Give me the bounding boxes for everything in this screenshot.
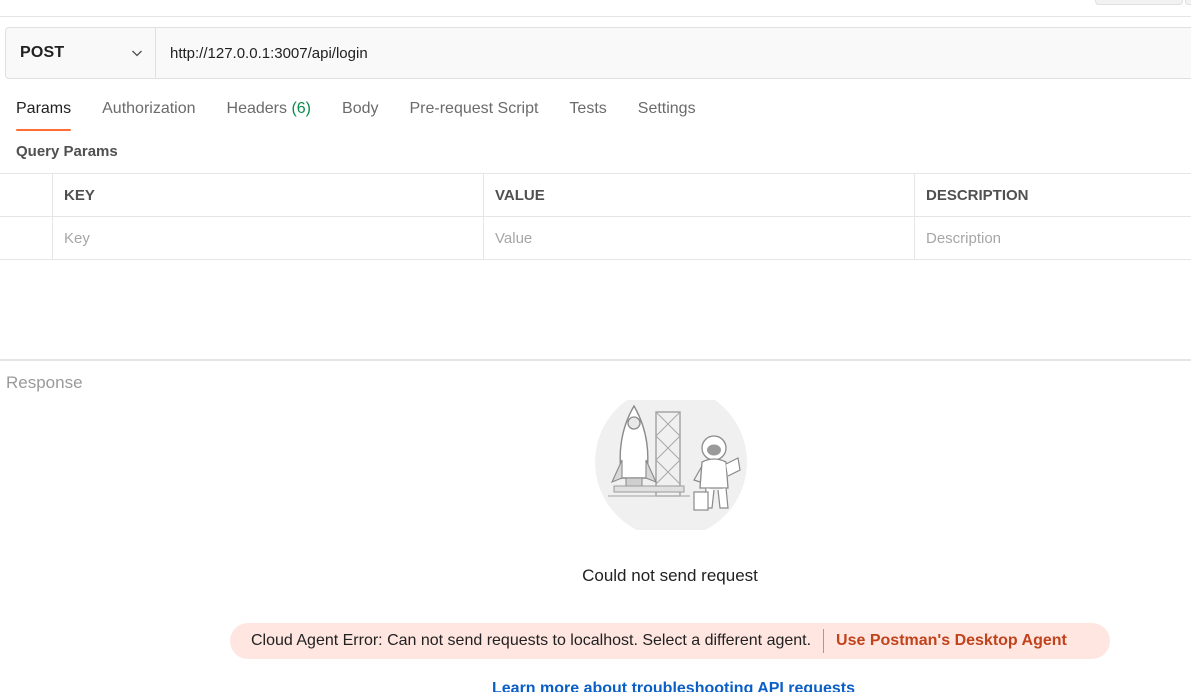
toolbar-button-secondary[interactable]: [1185, 0, 1191, 5]
tab-params[interactable]: Params: [16, 96, 72, 132]
method-select[interactable]: POST: [6, 28, 156, 78]
row-checkbox-cell: [0, 217, 53, 259]
value-input[interactable]: Value: [484, 217, 915, 259]
method-label: POST: [20, 44, 65, 61]
key-input[interactable]: Key: [53, 217, 484, 259]
tab-label: Settings: [637, 100, 696, 117]
tab-body[interactable]: Body: [342, 96, 378, 132]
response-label: Response: [6, 373, 83, 392]
table-header-row: KEY VALUE DESCRIPTION: [0, 174, 1191, 217]
desktop-agent-link[interactable]: Use Postman's Desktop Agent: [836, 632, 1067, 650]
headers-count: (6): [291, 100, 312, 117]
chevron-down-icon: [132, 50, 142, 57]
tab-label: Tests: [569, 100, 607, 117]
tab-label: Pre-request Script: [409, 100, 539, 117]
tab-authorization[interactable]: Authorization: [102, 96, 195, 132]
troubleshooting-link[interactable]: Learn more about troubleshooting API req…: [492, 680, 855, 692]
query-params-title: Query Params: [16, 143, 118, 160]
tab-label: Params: [16, 100, 72, 117]
top-toolbar: [0, 0, 1191, 17]
request-bar: POST http://127.0.0.1:3007/api/login: [5, 27, 1191, 79]
tab-label: Authorization: [102, 100, 196, 117]
query-params-table: KEY VALUE DESCRIPTION Key Value Descript…: [0, 173, 1191, 260]
error-title: Could not send request: [582, 566, 758, 585]
pane-resize-handle[interactable]: [0, 359, 1191, 361]
url-input[interactable]: http://127.0.0.1:3007/api/login: [156, 28, 1191, 78]
description-input[interactable]: Description: [915, 217, 1191, 259]
tab-pre-request-script[interactable]: Pre-request Script: [409, 96, 538, 132]
error-banner: Cloud Agent Error: Can not send requests…: [230, 623, 1110, 659]
toolbar-button[interactable]: [1095, 0, 1183, 5]
tab-headers[interactable]: Headers (6): [227, 96, 312, 132]
description-column-header: DESCRIPTION: [926, 186, 1029, 204]
checkbox-column-header: [0, 174, 53, 216]
rocket-astronaut-illustration: [595, 400, 747, 530]
value-column-header: VALUE: [484, 174, 915, 216]
request-tabs: Params Authorization Headers (6) Body Pr…: [16, 96, 727, 132]
tab-label: Body: [342, 100, 379, 117]
banner-divider: [823, 629, 825, 653]
postman-request-view: POST http://127.0.0.1:3007/api/login Par…: [0, 0, 1191, 692]
table-row: Key Value Description: [0, 217, 1191, 260]
tab-tests[interactable]: Tests: [569, 96, 606, 132]
key-column-header: KEY: [53, 174, 484, 216]
tab-settings[interactable]: Settings: [638, 96, 696, 132]
tab-label: Headers: [226, 100, 287, 117]
error-message: Cloud Agent Error: Can not send requests…: [251, 632, 812, 649]
